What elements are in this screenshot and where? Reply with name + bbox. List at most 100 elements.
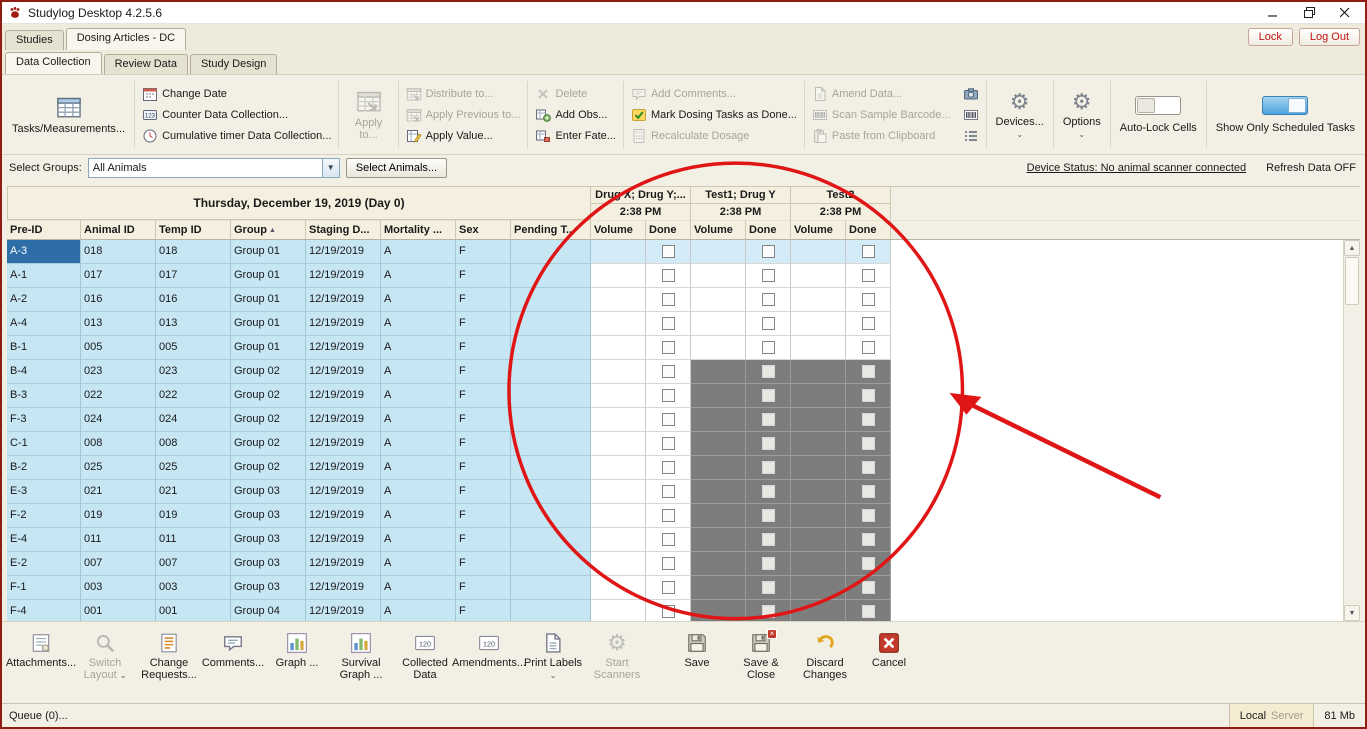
- done-checkbox[interactable]: [761, 341, 775, 354]
- done-checkbox[interactable]: [761, 245, 775, 258]
- cell-pre-id[interactable]: E-3: [7, 480, 81, 504]
- cell-temp-id[interactable]: 005: [156, 336, 231, 360]
- done-checkbox[interactable]: [761, 317, 775, 330]
- close-button[interactable]: [1327, 3, 1363, 23]
- col-header-done[interactable]: Done: [746, 220, 791, 239]
- cell-group[interactable]: Group 02: [231, 432, 306, 456]
- done-cell[interactable]: [846, 456, 891, 480]
- done-checkbox[interactable]: [861, 413, 875, 426]
- col-header-sex[interactable]: Sex: [456, 220, 511, 239]
- drug-group-header[interactable]: Test1; Drug Y 2:38 PM: [691, 186, 791, 220]
- done-checkbox[interactable]: [661, 533, 675, 546]
- cell-staging-date[interactable]: 12/19/2019: [306, 552, 381, 576]
- done-checkbox[interactable]: [661, 245, 675, 258]
- cumulative-timer-button[interactable]: Cumulative timer Data Collection...: [139, 126, 334, 146]
- done-cell[interactable]: [746, 504, 791, 528]
- tab-review-data[interactable]: Review Data: [103, 54, 188, 74]
- done-checkbox[interactable]: [661, 461, 675, 474]
- volume-cell[interactable]: [791, 336, 846, 360]
- cell-pre-id[interactable]: F-1: [7, 576, 81, 600]
- done-cell[interactable]: [646, 552, 691, 576]
- cell-temp-id[interactable]: 019: [156, 504, 231, 528]
- cell-group[interactable]: Group 01: [231, 336, 306, 360]
- done-checkbox[interactable]: [761, 581, 775, 594]
- cell-staging-date[interactable]: 12/19/2019: [306, 408, 381, 432]
- done-cell[interactable]: [646, 408, 691, 432]
- tab-studies[interactable]: Studies: [5, 30, 64, 50]
- volume-cell[interactable]: [591, 336, 646, 360]
- done-checkbox[interactable]: [761, 269, 775, 282]
- queue-status[interactable]: Queue (0)...: [9, 710, 68, 722]
- done-cell[interactable]: [846, 432, 891, 456]
- done-cell[interactable]: [846, 336, 891, 360]
- col-header-done[interactable]: Done: [846, 220, 891, 239]
- done-checkbox[interactable]: [861, 317, 875, 330]
- done-cell[interactable]: [846, 312, 891, 336]
- cell-pending-tasks[interactable]: [511, 288, 591, 312]
- cell-group[interactable]: Group 01: [231, 312, 306, 336]
- cell-staging-date[interactable]: 12/19/2019: [306, 360, 381, 384]
- table-row[interactable]: E-4 011 011 Group 03 12/19/2019 A F: [7, 528, 1360, 552]
- cell-pre-id[interactable]: A-4: [7, 312, 81, 336]
- cell-mortality[interactable]: A: [381, 432, 456, 456]
- cell-temp-id[interactable]: 018: [156, 240, 231, 264]
- cell-animal-id[interactable]: 017: [81, 264, 156, 288]
- scrollbar-track[interactable]: [1344, 256, 1360, 605]
- cell-staging-date[interactable]: 12/19/2019: [306, 384, 381, 408]
- done-checkbox[interactable]: [861, 245, 875, 258]
- cell-pending-tasks[interactable]: [511, 360, 591, 384]
- cell-animal-id[interactable]: 003: [81, 576, 156, 600]
- cell-pending-tasks[interactable]: [511, 432, 591, 456]
- attachments-button[interactable]: Attachments...: [6, 629, 76, 669]
- cell-pending-tasks[interactable]: [511, 528, 591, 552]
- lock-button[interactable]: Lock: [1247, 28, 1293, 46]
- col-header-mortality[interactable]: Mortality ...: [381, 220, 456, 239]
- cell-sex[interactable]: F: [456, 384, 511, 408]
- done-checkbox[interactable]: [861, 389, 875, 402]
- volume-cell[interactable]: [591, 312, 646, 336]
- cell-mortality[interactable]: A: [381, 408, 456, 432]
- restore-button[interactable]: [1291, 3, 1327, 23]
- done-checkbox[interactable]: [661, 557, 675, 570]
- col-header-animal-id[interactable]: Animal ID: [81, 220, 156, 239]
- volume-cell[interactable]: [691, 600, 746, 621]
- done-cell[interactable]: [646, 432, 691, 456]
- show-only-scheduled-tasks-toggle[interactable]: Show Only Scheduled Tasks: [1211, 94, 1360, 136]
- cell-animal-id[interactable]: 005: [81, 336, 156, 360]
- done-cell[interactable]: [746, 336, 791, 360]
- done-checkbox[interactable]: [761, 605, 775, 618]
- cell-group[interactable]: Group 02: [231, 408, 306, 432]
- cell-animal-id[interactable]: 024: [81, 408, 156, 432]
- cell-animal-id[interactable]: 013: [81, 312, 156, 336]
- done-cell[interactable]: [646, 528, 691, 552]
- done-cell[interactable]: [746, 312, 791, 336]
- volume-cell[interactable]: [691, 384, 746, 408]
- photo-capture-button[interactable]: [960, 84, 982, 104]
- cell-sex[interactable]: F: [456, 552, 511, 576]
- cell-sex[interactable]: F: [456, 528, 511, 552]
- volume-cell[interactable]: [691, 240, 746, 264]
- table-row[interactable]: F-2 019 019 Group 03 12/19/2019 A F: [7, 504, 1360, 528]
- volume-cell[interactable]: [591, 240, 646, 264]
- list-view-button[interactable]: [960, 126, 982, 146]
- volume-cell[interactable]: [691, 432, 746, 456]
- done-cell[interactable]: [746, 432, 791, 456]
- table-row[interactable]: F-3 024 024 Group 02 12/19/2019 A F: [7, 408, 1360, 432]
- done-cell[interactable]: [846, 384, 891, 408]
- volume-cell[interactable]: [791, 528, 846, 552]
- cell-sex[interactable]: F: [456, 408, 511, 432]
- col-header-group[interactable]: Group ▲: [231, 220, 306, 239]
- done-checkbox[interactable]: [661, 485, 675, 498]
- cell-mortality[interactable]: A: [381, 288, 456, 312]
- done-cell[interactable]: [646, 600, 691, 621]
- done-cell[interactable]: [646, 312, 691, 336]
- cell-pre-id[interactable]: B-2: [7, 456, 81, 480]
- cell-mortality[interactable]: A: [381, 240, 456, 264]
- cell-animal-id[interactable]: 001: [81, 600, 156, 621]
- volume-cell[interactable]: [691, 480, 746, 504]
- volume-cell[interactable]: [791, 384, 846, 408]
- cell-temp-id[interactable]: 021: [156, 480, 231, 504]
- done-checkbox[interactable]: [761, 485, 775, 498]
- done-checkbox[interactable]: [861, 605, 875, 618]
- auto-lock-cells-toggle[interactable]: Auto-Lock Cells: [1115, 94, 1202, 136]
